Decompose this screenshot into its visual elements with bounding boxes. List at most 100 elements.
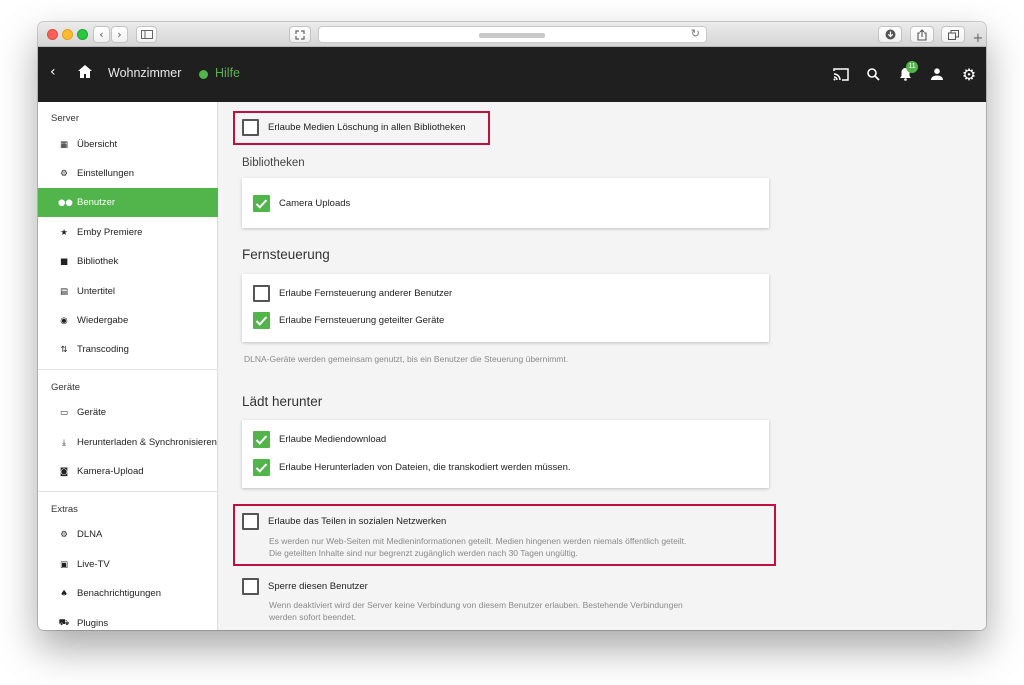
checkbox[interactable] bbox=[242, 513, 259, 530]
sidebar-toggle-button[interactable] bbox=[136, 26, 157, 43]
sidebar-item-label: Benutzer bbox=[77, 197, 116, 208]
sidebar-icon bbox=[140, 30, 153, 39]
sidebar-item-download-sync[interactable]: ⤓ Herunterladen & Synchronisieren bbox=[38, 428, 218, 457]
checkbox[interactable] bbox=[253, 285, 270, 302]
remote-control-other-users-option[interactable]: Erlaube Fernsteuerung anderer Benutzer bbox=[253, 285, 452, 302]
browser-forward-button[interactable]: › bbox=[111, 26, 128, 43]
sidebar-item-live-tv[interactable]: ▣ Live-TV bbox=[38, 550, 218, 579]
library-option-camera-uploads[interactable]: Camera Uploads bbox=[253, 195, 350, 212]
notification-badge: 11 bbox=[906, 61, 918, 73]
search-icon bbox=[866, 67, 880, 81]
notifications-button[interactable]: 11 bbox=[896, 61, 918, 83]
sidebar-item-label: Wiedergabe bbox=[77, 315, 129, 326]
sidebar-divider bbox=[38, 369, 218, 370]
expand-icon bbox=[295, 29, 305, 40]
allow-social-sharing-option[interactable]: Erlaube das Teilen in sozialen Netzwerke… bbox=[242, 513, 446, 530]
checkbox[interactable] bbox=[242, 119, 259, 136]
sidebar-heading-server: Server bbox=[51, 113, 79, 124]
checkbox-checked[interactable] bbox=[253, 312, 270, 329]
sidebar-item-transcoding[interactable]: ⇅ Transcoding bbox=[38, 335, 218, 364]
sidebar-item-label: Untertitel bbox=[77, 286, 116, 297]
chevron-left-icon: ‹ bbox=[99, 28, 104, 41]
section-title-downloads: Lädt herunter bbox=[242, 394, 323, 409]
sidebar-item-emby-premiere[interactable]: ★ Emby Premiere bbox=[38, 218, 218, 247]
gear-icon: ⚙ bbox=[961, 64, 977, 84]
new-tab-button[interactable]: + bbox=[970, 30, 986, 47]
description-line: Die geteilten Inhalte sind nur begrenzt … bbox=[269, 548, 578, 558]
description-line: Wenn deaktiviert wird der Server keine V… bbox=[269, 600, 683, 610]
share-icon bbox=[917, 28, 927, 41]
sidebar-heading-extras: Extras bbox=[51, 504, 78, 515]
checkmark-icon bbox=[255, 435, 268, 445]
browser-window: ‹ › ↻ + ‹ Wohnzimmer Hilfe 11 ⚙ Server ▦… bbox=[38, 22, 986, 630]
sidebar-item-devices[interactable]: ▭ Geräte bbox=[38, 398, 218, 427]
downloads-button[interactable] bbox=[878, 26, 902, 43]
checkbox[interactable] bbox=[242, 578, 259, 595]
libraries-card: Camera Uploads bbox=[242, 178, 769, 228]
home-button[interactable] bbox=[78, 65, 92, 83]
camera-icon: ◙ bbox=[59, 466, 69, 477]
tablet-icon: ▭ bbox=[59, 407, 69, 418]
users-icon: ●● bbox=[58, 197, 73, 208]
sidebar-item-overview[interactable]: ▦ Übersicht bbox=[38, 130, 218, 159]
lock-user-option[interactable]: Sperre diesen Benutzer bbox=[242, 578, 368, 595]
sidebar-item-camera-upload[interactable]: ◙ Kamera-Upload bbox=[38, 457, 218, 486]
checkbox-checked[interactable] bbox=[253, 195, 270, 212]
share-button[interactable] bbox=[910, 26, 934, 43]
allow-transcoded-download-option[interactable]: Erlaube Herunterladen von Dateien, die t… bbox=[253, 459, 571, 476]
sidebar-item-playback[interactable]: ◉ Wiedergabe bbox=[38, 306, 218, 335]
download-circle-icon bbox=[885, 29, 895, 40]
user-icon bbox=[931, 68, 943, 80]
description-line: werden sofort beendet. bbox=[269, 612, 356, 622]
search-button[interactable] bbox=[864, 65, 882, 83]
gear-icon: ⚙ bbox=[60, 168, 68, 179]
minimize-window-button[interactable] bbox=[62, 29, 73, 40]
option-label: Erlaube Fernsteuerung geteilter Geräte bbox=[279, 315, 445, 326]
address-bar[interactable]: ↻ bbox=[318, 26, 707, 43]
option-label: Sperre diesen Benutzer bbox=[268, 581, 368, 592]
cast-button[interactable] bbox=[832, 65, 850, 83]
lock-user-description: Wenn deaktiviert wird der Server keine V… bbox=[269, 599, 683, 623]
reader-button[interactable] bbox=[289, 26, 311, 43]
sidebar-item-label: Bibliothek bbox=[77, 256, 119, 267]
status-dot-icon bbox=[199, 70, 208, 79]
help-link[interactable]: Hilfe bbox=[215, 66, 240, 80]
download-icon: ⤓ bbox=[62, 437, 66, 448]
sidebar-item-settings[interactable]: ⚙ Einstellungen bbox=[38, 159, 218, 188]
sidebar-item-library[interactable]: ■ Bibliothek bbox=[38, 247, 218, 276]
option-label: Erlaube Mediendownload bbox=[279, 434, 387, 445]
sidebar-heading-devices: Geräte bbox=[51, 382, 81, 393]
settings-button[interactable]: ⚙ bbox=[960, 64, 978, 84]
sidebar-item-subtitles[interactable]: ▤ Untertitel bbox=[38, 277, 218, 306]
allow-media-download-option[interactable]: Erlaube Mediendownload bbox=[253, 431, 386, 448]
cart-icon: ⛟ bbox=[58, 618, 70, 628]
sidebar-item-label: Benachrichtigungen bbox=[77, 588, 161, 599]
allow-delete-all-libraries-option[interactable]: Erlaube Medien Löschung in allen Bibliot… bbox=[242, 119, 466, 136]
description-line: Es werden nur Web-Seiten mit Medieninfor… bbox=[269, 536, 687, 546]
star-icon: ★ bbox=[60, 227, 68, 238]
user-button[interactable] bbox=[928, 65, 946, 83]
back-arrow-icon[interactable]: ‹ bbox=[50, 64, 56, 80]
option-label: Erlaube Herunterladen von Dateien, die t… bbox=[279, 462, 571, 473]
sidebar-item-label: Geräte bbox=[77, 407, 107, 418]
sidebar-divider bbox=[38, 491, 218, 492]
checkbox-checked[interactable] bbox=[253, 431, 270, 448]
blurred-url bbox=[479, 33, 545, 38]
sidebar-item-plugins[interactable]: ⛟ Plugins bbox=[38, 609, 218, 630]
downloads-card: Erlaube Mediendownload Erlaube Herunterl… bbox=[242, 420, 769, 488]
browser-back-button[interactable]: ‹ bbox=[93, 26, 110, 43]
section-title-libraries: Bibliotheken bbox=[242, 157, 305, 169]
sidebar-item-users[interactable]: ●● Benutzer bbox=[38, 188, 218, 217]
remote-control-shared-devices-option[interactable]: Erlaube Fernsteuerung geteilter Geräte bbox=[253, 312, 444, 329]
tabs-overview-button[interactable] bbox=[941, 26, 965, 43]
maximize-window-button[interactable] bbox=[77, 29, 88, 40]
close-window-button[interactable] bbox=[47, 29, 58, 40]
folder-icon: ■ bbox=[59, 256, 69, 267]
browser-toolbar: ‹ › ↻ + bbox=[38, 22, 986, 47]
sidebar: Server ▦ Übersicht ⚙ Einstellungen ●● Benut… bbox=[38, 102, 218, 630]
transcode-icon: ⇅ bbox=[60, 344, 68, 355]
sidebar-item-notifications[interactable]: ♠ Benachrichtigungen bbox=[38, 579, 218, 608]
sidebar-item-dlna[interactable]: ⚙ DLNA bbox=[38, 520, 218, 549]
reload-icon[interactable]: ↻ bbox=[691, 27, 700, 40]
checkbox-checked[interactable] bbox=[253, 459, 270, 476]
